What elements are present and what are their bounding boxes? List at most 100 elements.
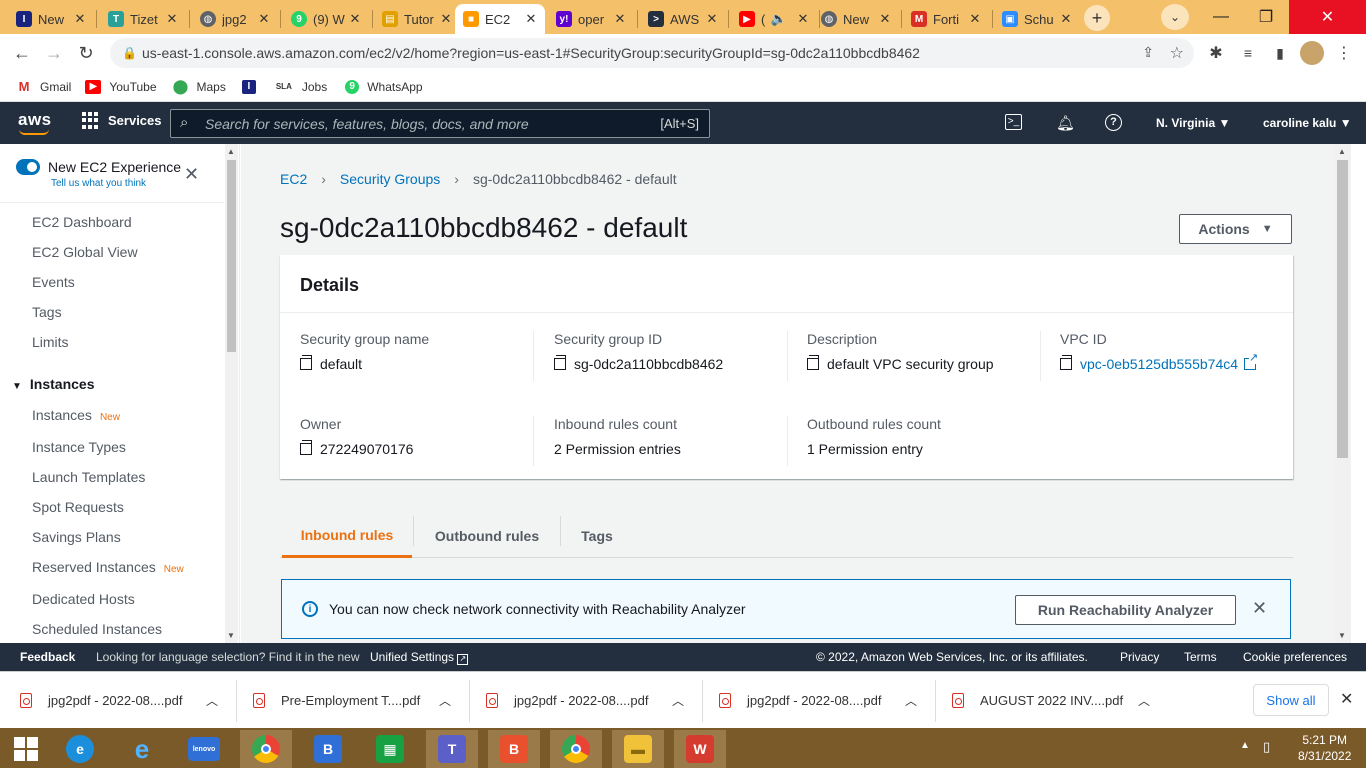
- sidebar-section-instances[interactable]: ▼ Instances: [12, 376, 95, 392]
- cloudshell-icon[interactable]: >_: [1005, 114, 1022, 130]
- share-icon[interactable]: ⇪: [1142, 44, 1154, 61]
- close-tab-icon[interactable]: ✕: [164, 11, 180, 27]
- battery-icon[interactable]: ▯: [1263, 739, 1270, 755]
- new-tab-button[interactable]: +: [1084, 5, 1110, 31]
- vpc-id-link[interactable]: vpc-0eb5125db555b74c4: [1080, 356, 1238, 372]
- sidebar-item-launch-templates[interactable]: Launch Templates: [32, 469, 145, 485]
- services-button[interactable]: Services: [82, 112, 162, 129]
- sidebar-scrollbar[interactable]: ▲ ▼: [225, 144, 238, 643]
- sidebar-item-scheduled-instances[interactable]: Scheduled Instances: [32, 621, 162, 637]
- browser-tab[interactable]: > AWS ✕: [640, 4, 726, 34]
- actions-button[interactable]: Actions ▼: [1179, 214, 1292, 244]
- scroll-up-icon[interactable]: ▲: [1338, 147, 1346, 156]
- bluejeans-icon[interactable]: B: [302, 730, 354, 768]
- side-panel-icon[interactable]: ▮: [1266, 40, 1294, 66]
- feedback-button[interactable]: Feedback: [20, 650, 75, 664]
- close-tab-icon[interactable]: ✕: [877, 11, 893, 27]
- browser-tab[interactable]: ▤ Tutor ✕: [374, 4, 460, 34]
- chevron-up-icon[interactable]: ︿: [672, 692, 684, 709]
- show-all-button[interactable]: Show all: [1253, 684, 1329, 716]
- close-downloads-icon[interactable]: ✕: [1340, 689, 1353, 709]
- teams-icon[interactable]: T: [426, 730, 478, 768]
- copy-icon[interactable]: [300, 440, 312, 455]
- download-item[interactable]: jpg2pdf - 2022-08....pdf ︿: [486, 672, 686, 729]
- store-icon[interactable]: ▦: [364, 730, 416, 768]
- chevron-up-icon[interactable]: ▲: [1240, 740, 1250, 751]
- browser-tab[interactable]: ◍ New ✕: [813, 4, 899, 34]
- close-tab-icon[interactable]: ✕: [967, 11, 983, 27]
- browser-tab[interactable]: y! oper ✕: [548, 4, 634, 34]
- account-menu[interactable]: caroline kalu ▼: [1263, 116, 1352, 130]
- sidebar-item-limits[interactable]: Limits: [32, 334, 69, 350]
- sidebar-item-spot-requests[interactable]: Spot Requests: [32, 499, 124, 515]
- minimize-icon[interactable]: —: [1198, 0, 1244, 34]
- sidebar-item-savings-plans[interactable]: Savings Plans: [32, 529, 121, 545]
- system-clock[interactable]: 5:21 PM 8/31/2022: [1298, 732, 1351, 764]
- wps-pdf-icon[interactable]: W: [674, 730, 726, 768]
- bookmark-jobs[interactable]: SLA Jobs: [273, 79, 327, 94]
- chevron-up-icon[interactable]: ︿: [206, 692, 218, 709]
- copy-icon[interactable]: [300, 355, 312, 370]
- internet-explorer-icon[interactable]: e: [116, 730, 168, 768]
- sidebar-item-reserved-instances[interactable]: Reserved Instances New: [32, 559, 184, 575]
- terms-link[interactable]: Terms: [1184, 650, 1217, 664]
- back-icon[interactable]: ←: [8, 40, 36, 66]
- reload-icon[interactable]: ↻: [72, 40, 100, 66]
- browser-tab[interactable]: 9 (9) W ✕: [283, 4, 369, 34]
- browser-tab[interactable]: T Tizet ✕: [100, 4, 186, 34]
- close-tab-icon[interactable]: ✕: [438, 11, 454, 27]
- bell-icon[interactable]: 🔔︎: [1056, 114, 1075, 132]
- bookmark-gmail[interactable]: M Gmail: [16, 79, 71, 94]
- chrome-icon[interactable]: [240, 730, 292, 768]
- more-menu-icon[interactable]: ⋮: [1330, 40, 1358, 66]
- scroll-down-icon[interactable]: ▼: [1338, 631, 1346, 640]
- sidebar-item-ec2-dashboard[interactable]: EC2 Dashboard: [32, 214, 132, 230]
- sidebar-item-dedicated-hosts[interactable]: Dedicated Hosts: [32, 591, 135, 607]
- edge-icon[interactable]: e: [54, 730, 106, 768]
- address-bar[interactable]: 🔒 us-east-1.console.aws.amazon.com/ec2/v…: [110, 38, 1194, 68]
- close-sidebar-icon[interactable]: ✕: [184, 164, 199, 185]
- tab-outbound-rules[interactable]: Outbound rules: [414, 514, 560, 558]
- maximize-icon[interactable]: ❐: [1243, 0, 1289, 34]
- close-tab-icon[interactable]: ✕: [347, 11, 363, 27]
- tab-inbound-rules[interactable]: Inbound rules: [282, 514, 412, 558]
- breadcrumb-ec2[interactable]: EC2: [280, 171, 307, 187]
- chevron-up-icon[interactable]: ︿: [439, 692, 451, 709]
- close-tab-icon[interactable]: ✕: [612, 11, 628, 27]
- scrollbar-thumb[interactable]: [1337, 160, 1348, 458]
- tab-search-icon[interactable]: ⌄: [1161, 4, 1189, 30]
- cookie-preferences-link[interactable]: Cookie preferences: [1243, 650, 1347, 664]
- bookmark-youtube[interactable]: ▶ YouTube: [85, 79, 157, 94]
- close-tab-icon[interactable]: ✕: [795, 11, 811, 27]
- chevron-up-icon[interactable]: ︿: [1138, 692, 1150, 709]
- region-selector[interactable]: N. Virginia ▼: [1156, 116, 1230, 130]
- scrollbar-thumb[interactable]: [227, 160, 236, 352]
- browser-tab[interactable]: ▶(🔈 ✕: [731, 4, 817, 34]
- close-tab-icon[interactable]: ✕: [72, 11, 88, 27]
- media-control-icon[interactable]: ≡: [1234, 40, 1262, 66]
- pdf-app-icon[interactable]: B: [488, 730, 540, 768]
- aws-search-input[interactable]: ⌕ Search for services, features, blogs, …: [170, 109, 710, 138]
- privacy-link[interactable]: Privacy: [1120, 650, 1159, 664]
- run-reachability-analyzer-button[interactable]: Run Reachability Analyzer: [1015, 595, 1236, 625]
- copy-icon[interactable]: [1060, 355, 1072, 370]
- sidebar-item-events[interactable]: Events: [32, 274, 75, 290]
- sidebar-item-instance-types[interactable]: Instance Types: [32, 439, 126, 455]
- copy-icon[interactable]: [807, 355, 819, 370]
- help-icon[interactable]: ?: [1105, 114, 1122, 131]
- main-scrollbar[interactable]: ▲ ▼: [1334, 144, 1351, 643]
- avatar[interactable]: [1300, 41, 1324, 65]
- sidebar-item-ec2-global-view[interactable]: EC2 Global View: [32, 244, 138, 260]
- speaker-icon[interactable]: 🔈: [769, 11, 789, 27]
- extensions-icon[interactable]: ✱: [1202, 40, 1230, 66]
- bookmark-star-icon[interactable]: ☆: [1170, 43, 1184, 63]
- scroll-down-icon[interactable]: ▼: [227, 631, 235, 640]
- close-tab-icon[interactable]: ✕: [1058, 11, 1074, 27]
- aws-logo[interactable]: aws: [18, 110, 52, 130]
- copy-icon[interactable]: [554, 355, 566, 370]
- browser-tab-active[interactable]: ■ EC2 ✕: [455, 4, 545, 34]
- bookmark-maps[interactable]: ⬤ Maps: [172, 78, 226, 94]
- browser-tab[interactable]: I New ✕: [8, 4, 94, 34]
- close-tab-icon[interactable]: ✕: [523, 11, 539, 27]
- chrome-icon[interactable]: [550, 730, 602, 768]
